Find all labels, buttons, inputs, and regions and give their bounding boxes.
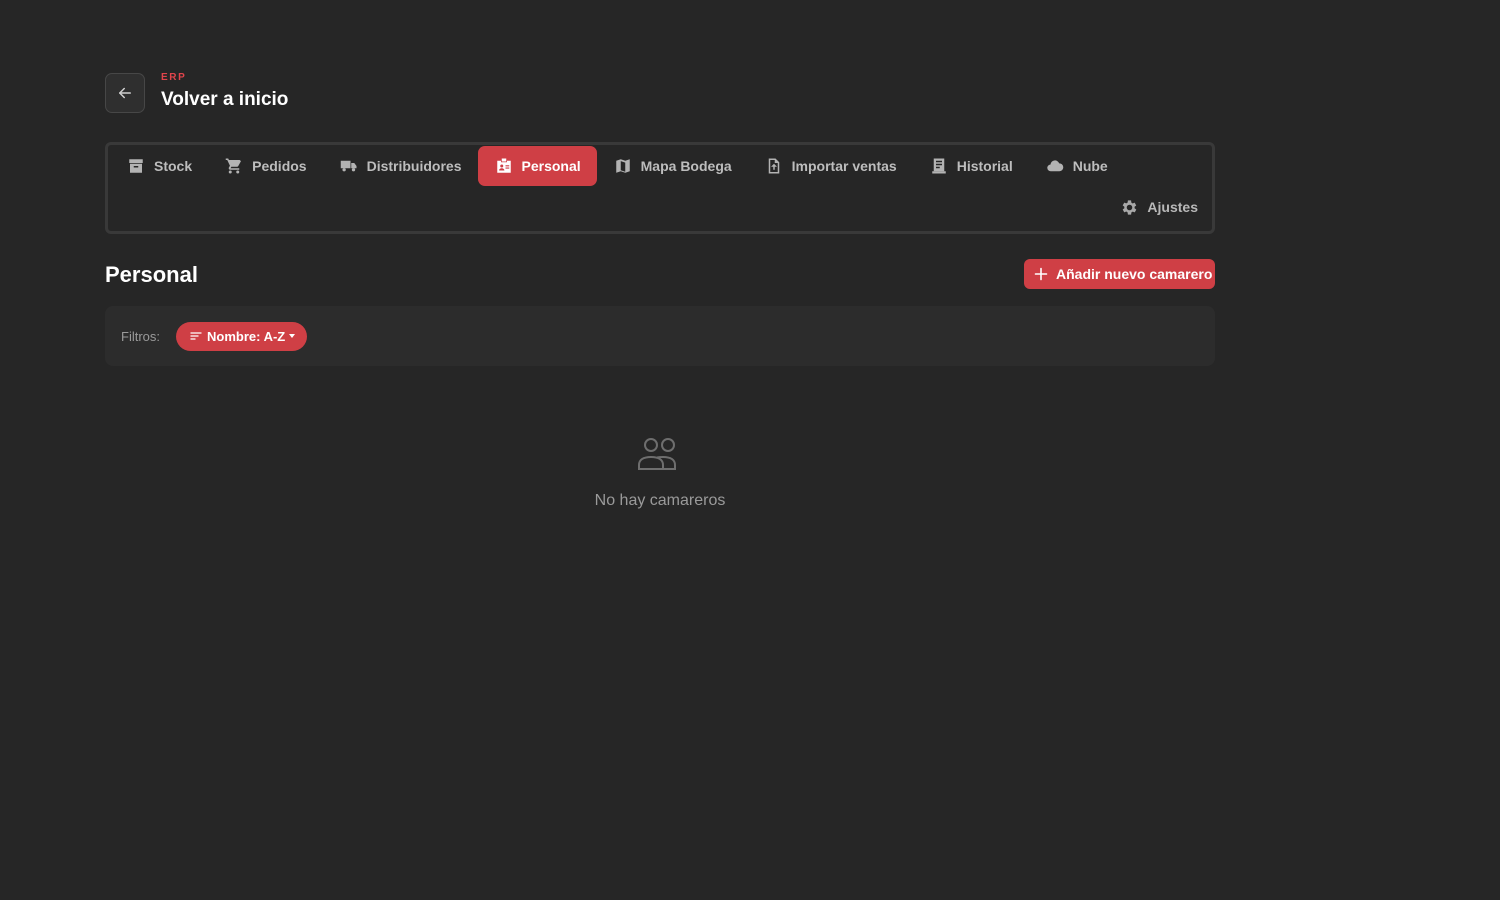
page-header: ERP Volver a inicio xyxy=(105,72,288,113)
tabs-row: Stock Pedidos Distribuidores Personal Ma… xyxy=(110,146,1124,186)
cloud-icon xyxy=(1045,156,1065,176)
filters-panel: Filtros: Nombre: A-Z xyxy=(105,306,1215,366)
title-block: ERP Volver a inicio xyxy=(161,72,288,111)
app-eyebrow: ERP xyxy=(161,71,187,83)
back-to-home-title[interactable]: Volver a inicio xyxy=(161,89,288,111)
tab-label: Importar ventas xyxy=(791,158,897,174)
tab-label: Distribuidores xyxy=(366,158,462,174)
tab-nube[interactable]: Nube xyxy=(1029,146,1124,186)
map-icon xyxy=(613,156,633,176)
receipt-icon xyxy=(929,156,949,176)
plus-icon xyxy=(1034,267,1048,281)
tab-label: Pedidos xyxy=(252,158,307,174)
archive-icon xyxy=(126,156,146,176)
empty-state-text: No hay camareros xyxy=(594,492,726,509)
id-badge-icon xyxy=(494,156,514,176)
people-icon xyxy=(638,438,676,470)
tab-mapa-bodega[interactable]: Mapa Bodega xyxy=(597,146,748,186)
settings-link[interactable]: Ajustes xyxy=(1119,197,1198,217)
tab-personal[interactable]: Personal xyxy=(477,146,597,186)
truck-icon xyxy=(339,156,359,176)
tab-distribuidores[interactable]: Distribuidores xyxy=(323,146,478,186)
tab-label: Mapa Bodega xyxy=(640,158,732,174)
add-waiter-label: Añadir nuevo camarero xyxy=(1056,266,1213,282)
sort-dropdown[interactable]: Nombre: A-Z xyxy=(176,321,308,351)
tab-label: Stock xyxy=(154,158,193,174)
file-upload-icon xyxy=(764,156,784,176)
back-button[interactable] xyxy=(105,73,145,113)
tab-label: Personal xyxy=(521,158,581,174)
add-waiter-button[interactable]: Añadir nuevo camarero xyxy=(1024,259,1215,289)
sort-chip-label: Nombre: A-Z xyxy=(207,328,286,344)
empty-state: No hay camareros xyxy=(560,436,760,510)
gear-icon xyxy=(1119,197,1139,217)
module-nav: Stock Pedidos Distribuidores Personal Ma… xyxy=(105,142,1215,234)
page-title: Personal xyxy=(105,262,198,287)
arrow-left-icon xyxy=(119,87,131,99)
tab-importar-ventas[interactable]: Importar ventas xyxy=(748,146,913,186)
filters-label: Filtros: xyxy=(121,328,160,344)
tab-pedidos[interactable]: Pedidos xyxy=(208,146,322,186)
cart-icon xyxy=(224,156,244,176)
tab-label: Historial xyxy=(956,158,1013,174)
caret-down-icon xyxy=(289,334,296,338)
tab-stock[interactable]: Stock xyxy=(110,146,208,186)
tab-label: Nube xyxy=(1072,158,1108,174)
sort-icon xyxy=(190,330,202,342)
tab-historial[interactable]: Historial xyxy=(913,146,1029,186)
settings-label: Ajustes xyxy=(1147,199,1198,215)
